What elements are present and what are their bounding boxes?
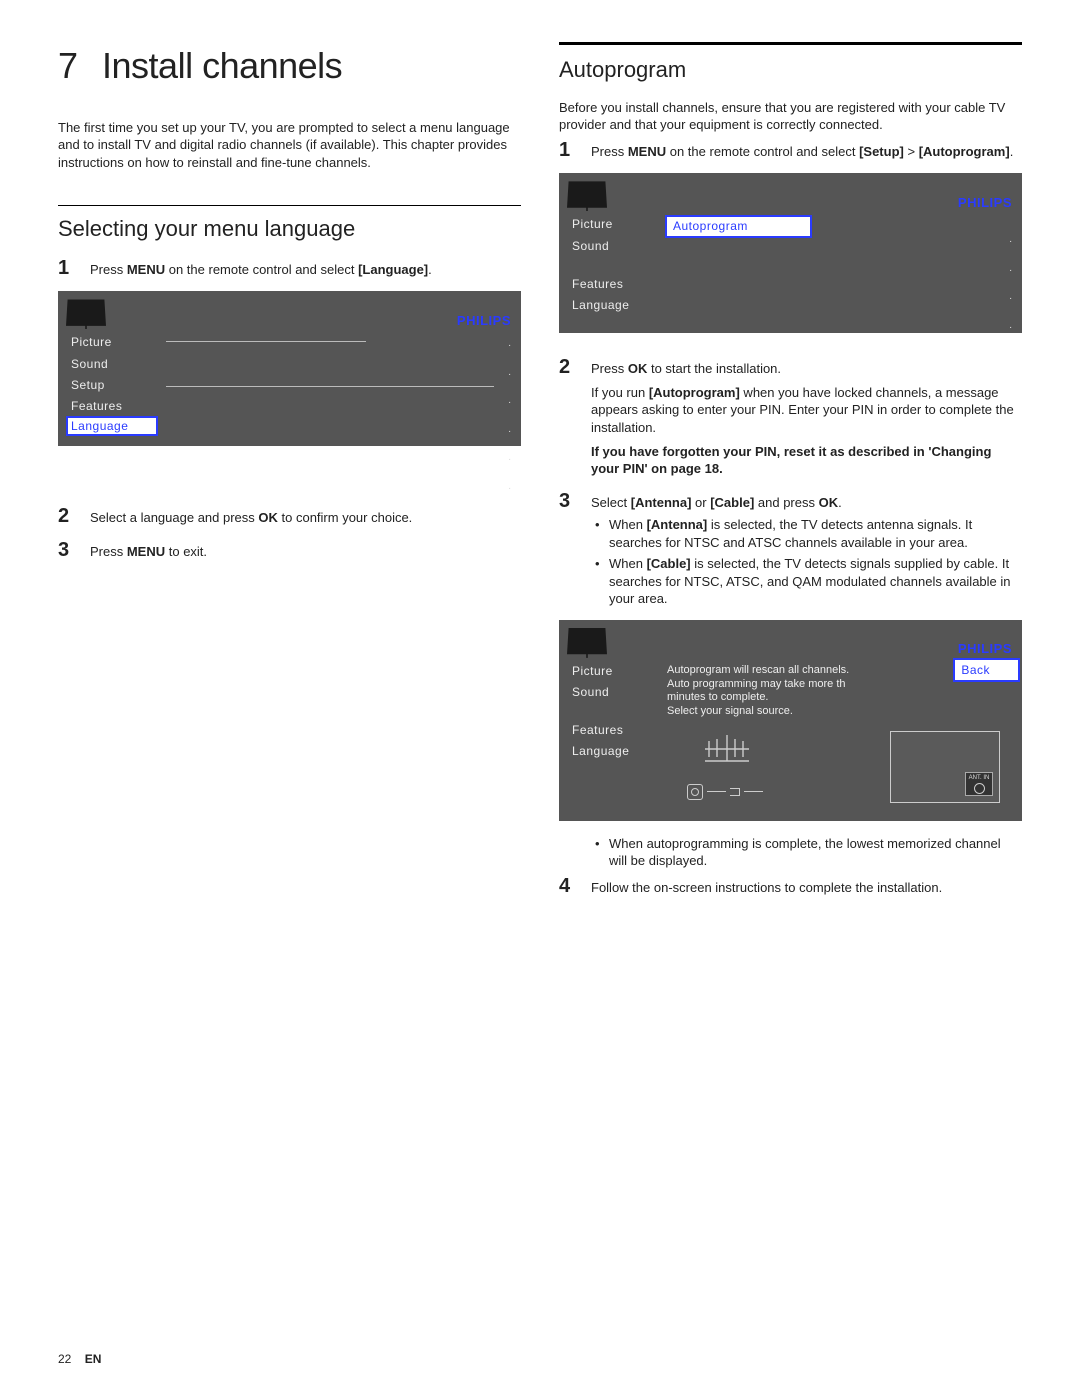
menu-item-features[interactable]: Features	[68, 397, 156, 415]
ap-step-1: 1 Press MENU on the remote control and s…	[559, 140, 1022, 166]
autoprogram-steps-2: 2 Press OK to start the installation. If…	[559, 357, 1022, 612]
divider-heavy	[559, 42, 1022, 45]
bullet-lowest-channel: When autoprogramming is complete, the lo…	[591, 835, 1022, 870]
brand-logo: PHILIPS	[958, 194, 1012, 212]
section-title-autoprogram: Autoprogram	[559, 55, 1022, 85]
antenna-icon	[697, 731, 757, 765]
menu-item-language[interactable]: Language	[569, 296, 657, 314]
language-steps: 1 Press MENU on the remote control and s…	[58, 258, 521, 284]
menu-item-picture[interactable]: Picture	[68, 333, 156, 351]
menu-item-picture[interactable]: Picture	[569, 215, 657, 233]
page-lang: EN	[85, 1352, 102, 1366]
page-footer: 22 EN	[58, 1351, 101, 1367]
divider	[58, 205, 521, 206]
autoprogram-steps: 1 Press MENU on the remote control and s…	[559, 140, 1022, 166]
chapter-title-text: Install channels	[102, 42, 342, 91]
menu-item-language[interactable]: Language	[68, 418, 156, 434]
step-1: 1 Press MENU on the remote control and s…	[58, 258, 521, 284]
tv-menu-language: PHILIPS Picture Sound Setup Features Lan…	[58, 291, 521, 446]
brand-logo: PHILIPS	[958, 640, 1012, 658]
menu-item-language[interactable]: Language	[569, 742, 657, 760]
menu-item-blank	[569, 258, 657, 272]
menu-left-list: Picture Sound Setup Features Language	[68, 333, 156, 434]
tv-menu-signal-source: PHILIPS Picture Sound Features Language …	[559, 620, 1022, 821]
brand-logo: PHILIPS	[457, 312, 511, 330]
autoprogram-steps-4: 4 Follow the on-screen instructions to c…	[559, 876, 1022, 902]
tv-outline-icon: ANT. IN	[890, 731, 1000, 803]
menu-item-features[interactable]: Features	[569, 721, 657, 739]
step-3: 3 Press MENU to exit.	[58, 540, 521, 566]
left-column: 7 Install channels The first time you se…	[58, 42, 521, 910]
menu-left-list: Picture Sound Features Language	[569, 662, 657, 813]
tv-icon	[567, 181, 607, 211]
ap-step-4: 4 Follow the on-screen instructions to c…	[559, 876, 1022, 902]
ant-in-port: ANT. IN	[965, 772, 993, 796]
autoprogram-intro: Before you install channels, ensure that…	[559, 99, 1022, 134]
page-number: 22	[58, 1352, 71, 1366]
back-button[interactable]: Back	[955, 660, 1018, 680]
right-column: Autoprogram Before you install channels,…	[559, 42, 1022, 910]
menu-item-blank	[569, 704, 657, 718]
menu-item-sound[interactable]: Sound	[569, 683, 657, 701]
ap-step-2: 2 Press OK to start the installation. If…	[559, 357, 1022, 482]
tv-icon	[66, 299, 106, 329]
tv-icon	[567, 628, 607, 658]
cable-box-icon	[687, 781, 767, 803]
menu-selected-autoprogram[interactable]: Autoprogram	[667, 217, 810, 235]
pin-reset-note: If you have forgotten your PIN, reset it…	[591, 443, 1022, 478]
tv-menu-setup: PHILIPS Picture Sound Features Language …	[559, 173, 1022, 333]
menu-item-sound[interactable]: Sound	[569, 237, 657, 255]
chapter-intro: The first time you set up your TV, you a…	[58, 119, 521, 172]
step-2: 2 Select a language and press OK to conf…	[58, 506, 521, 532]
chapter-heading: 7 Install channels	[58, 42, 521, 91]
language-steps-cont: 2 Select a language and press OK to conf…	[58, 506, 521, 565]
section-title-language: Selecting your menu language	[58, 214, 521, 244]
bullet-cable: When [Cable] is selected, the TV detects…	[591, 555, 1022, 608]
menu-item-features[interactable]: Features	[569, 275, 657, 293]
menu-item-sound[interactable]: Sound	[68, 355, 156, 373]
ap-step-3: 3 Select [Antenna] or [Cable] and press …	[559, 491, 1022, 612]
signal-diagram: ANT. IN	[667, 727, 1012, 813]
menu-item-setup[interactable]: Setup	[68, 376, 156, 394]
chapter-number: 7	[58, 42, 78, 91]
bullet-antenna: When [Antenna] is selected, the TV detec…	[591, 516, 1022, 551]
menu-item-picture[interactable]: Picture	[569, 662, 657, 680]
menu-left-list: Picture Sound Features Language	[569, 215, 657, 314]
